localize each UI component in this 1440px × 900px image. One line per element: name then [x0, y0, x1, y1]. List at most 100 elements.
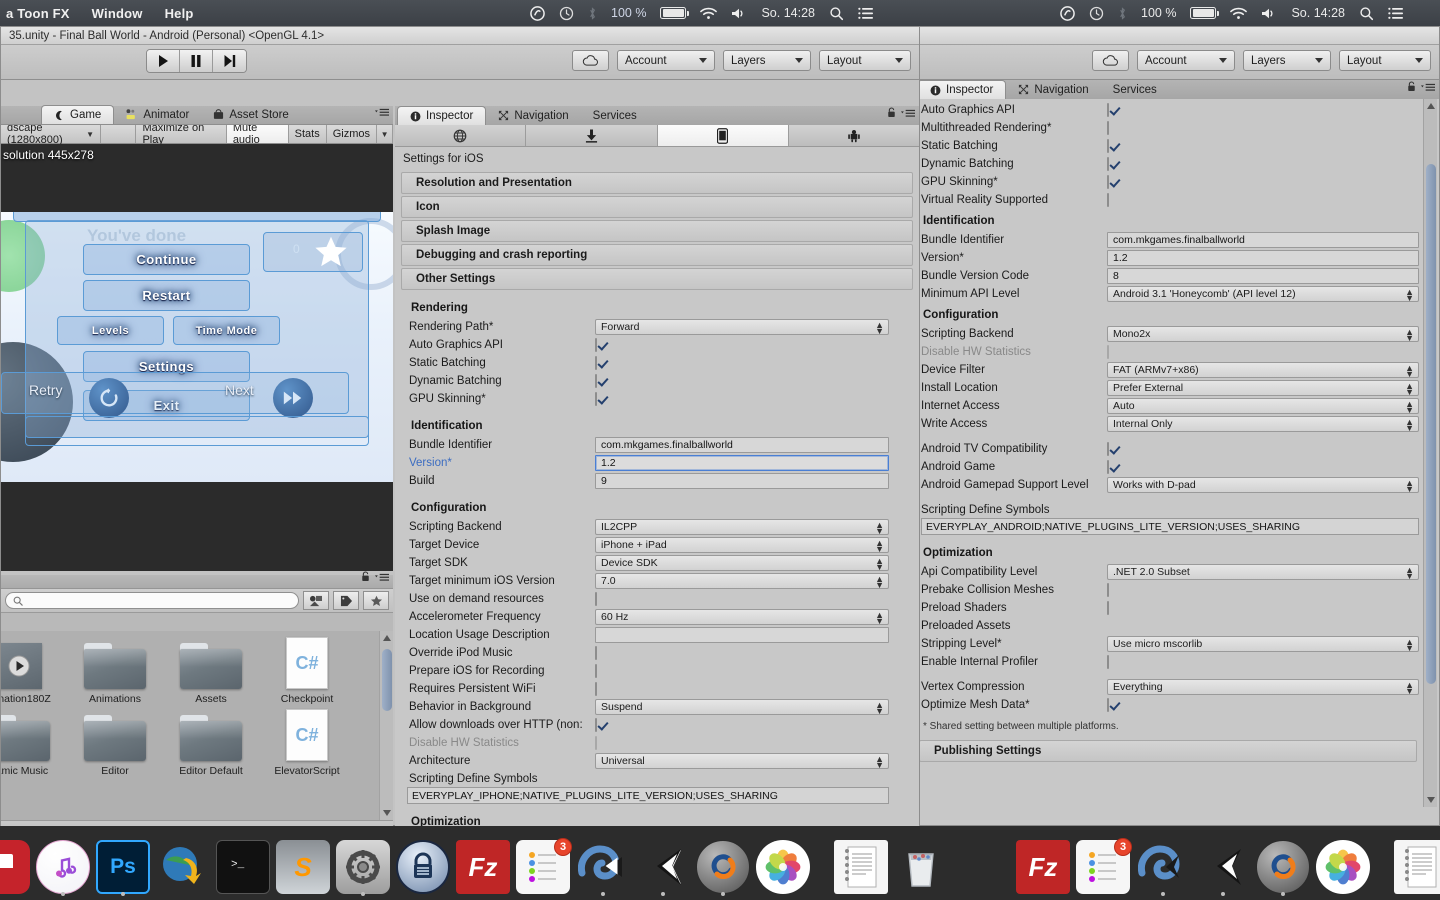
checkbox-enable-internal-profiler[interactable] [1107, 655, 1109, 669]
lock-icon-android[interactable] [1407, 79, 1416, 97]
dropdown-architecture[interactable]: Universal ▲ ▼ [595, 753, 889, 770]
checkbox-dynamic-batching-ios[interactable] [595, 374, 597, 388]
input-location-usage-description[interactable] [595, 627, 889, 643]
scroll-down-arrow-icon[interactable] [1424, 793, 1437, 807]
scroll-thumb[interactable] [1426, 164, 1436, 684]
row-install-location[interactable]: Install Location Prefer External ▲ ▼ [921, 379, 1419, 397]
app-icon[interactable] [530, 5, 545, 21]
platform-ios[interactable] [657, 125, 789, 146]
row-behavior-in-background[interactable]: Behavior in Background Suspend ▲ ▼ [409, 698, 889, 716]
row-bundle-version-code[interactable]: Bundle Version Code 8 [921, 267, 1419, 285]
row-version-android[interactable]: Version* 1.2 [921, 249, 1419, 267]
dock-item[interactable] [834, 840, 888, 894]
checkbox-static-batching-ios[interactable] [595, 356, 597, 370]
row-api-compatibility-level[interactable]: Api Compatibility Level .NET 2.0 Subset ▲ ▼ [921, 563, 1419, 581]
dock-item[interactable] [756, 840, 810, 894]
retry-icon[interactable] [89, 378, 129, 418]
input-version-android[interactable]: 1.2 [1107, 250, 1419, 266]
cinema4d-icon[interactable] [696, 840, 750, 894]
row-write-access[interactable]: Write Access Internal Only ▲ ▼ [921, 415, 1419, 433]
checkbox-prepare-ios-for-recording[interactable] [595, 664, 597, 678]
dock-item[interactable]: >_ [216, 840, 270, 894]
time-machine-icon[interactable] [559, 6, 574, 21]
step-button[interactable] [213, 50, 246, 72]
row-stripping-level[interactable]: Stripping Level* Use micro mscorlib ▲ ▼ [921, 635, 1419, 653]
tab-navigation-ios[interactable]: Navigation [486, 106, 580, 125]
dropdown-scripting-backend-ios[interactable]: IL2CPP ▲ ▼ [595, 519, 889, 536]
section-publishing-settings[interactable]: Publishing Settings [919, 740, 1417, 762]
inspector-scrollbar-android[interactable] [1423, 99, 1437, 807]
section-resolution-presentation[interactable]: Resolution and Presentation [401, 172, 913, 194]
notification-center-icon-2[interactable] [1388, 7, 1404, 20]
volume-icon[interactable] [731, 7, 747, 20]
button-restart[interactable]: Restart [83, 280, 250, 311]
tab-animator[interactable]: Animator [114, 105, 201, 124]
cloud-button-2[interactable] [1092, 50, 1129, 71]
asset-item[interactable]: Assets [163, 639, 259, 705]
input-bundle-version-code[interactable]: 8 [1107, 268, 1419, 284]
checkbox-preload-shaders[interactable] [1107, 601, 1109, 615]
panel-menu-icon-ios[interactable] [901, 105, 915, 123]
dock-item[interactable]: Fz [1016, 840, 1070, 894]
panel-menu-icon-game[interactable] [375, 104, 389, 122]
app-icon-2[interactable] [1060, 5, 1075, 21]
row-scripting-backend-ios[interactable]: Scripting Backend IL2CPP ▲ ▼ [409, 518, 889, 536]
system-preferences-icon[interactable] [336, 840, 390, 894]
tab-inspector-android[interactable]: Inspector [917, 80, 1007, 99]
row-optimize-mesh-data[interactable]: Optimize Mesh Data* [921, 696, 1419, 714]
dock-item[interactable] [1136, 840, 1190, 896]
battery-icon-2[interactable] [1190, 7, 1220, 19]
row-android-game[interactable]: Android Game [921, 458, 1419, 476]
dreamweaver-browser-icon[interactable] [156, 840, 210, 894]
terminal-icon[interactable]: >_ [216, 840, 270, 894]
row-target-sdk[interactable]: Target SDK Device SDK ▲ ▼ [409, 554, 889, 572]
asset-type-filter-icon[interactable] [303, 591, 329, 610]
game-view-canvas[interactable]: solution 445x278 You've done 0 Continue … [1, 144, 393, 571]
mute-audio-toggle[interactable]: Mute audio [226, 122, 289, 146]
row-version-ios[interactable]: Version* 1.2 [409, 454, 889, 472]
layout-dropdown-2[interactable]: Layout [1339, 50, 1431, 71]
gizmos-dropdown[interactable]: Gizmos [326, 125, 378, 143]
dock-item[interactable] [1316, 840, 1370, 894]
checkbox-override-ipod-music[interactable] [595, 646, 597, 660]
checkbox-allow-downloads-over-http[interactable] [595, 718, 597, 732]
row-gpu-skinning[interactable]: GPU Skinning* [921, 173, 1419, 191]
dropdown-target-min-ios-version[interactable]: 7.0 ▲ ▼ [595, 573, 889, 590]
sublime-text-icon[interactable]: S [276, 840, 330, 894]
lock-icon-project[interactable] [361, 569, 370, 587]
row-bundle-identifier-android[interactable]: Bundle Identifier com.mkgames.finalballwo… [921, 231, 1419, 249]
tab-game[interactable]: Game [41, 105, 115, 124]
account-dropdown[interactable]: Account [617, 50, 715, 71]
scroll-thumb[interactable] [382, 649, 392, 711]
row-location-usage-description[interactable]: Location Usage Description [409, 626, 889, 644]
tab-services-android[interactable]: Services [1101, 80, 1169, 99]
battery-icon[interactable] [660, 7, 690, 19]
row-vertex-compression[interactable]: Vertex Compression Everything ▲ ▼ [921, 678, 1419, 696]
pause-button[interactable] [180, 50, 213, 72]
checkbox-auto-graphics-api[interactable] [1107, 103, 1109, 117]
asset-item[interactable]: C# Checkpoint [259, 637, 355, 705]
asset-item[interactable]: Editor Default [163, 711, 259, 777]
game-scene-render[interactable]: You've done 0 Continue Restart Levels Ti… [1, 212, 393, 482]
textedit-icon[interactable] [834, 840, 888, 894]
input-bundle-identifier-ios[interactable]: com.mkgames.finalballworld [595, 437, 889, 453]
row-enable-internal-profiler[interactable]: Enable Internal Profiler [921, 653, 1419, 671]
dock-item[interactable]: 3 [1076, 838, 1132, 894]
scroll-up-arrow-icon[interactable] [1424, 99, 1437, 113]
dock-item[interactable] [576, 840, 630, 896]
dock-item[interactable] [894, 840, 948, 894]
favorite-filter-icon[interactable] [363, 591, 389, 610]
fast-forward-icon[interactable] [273, 378, 313, 418]
menubar-clock-2[interactable]: So. 14:28 [1291, 6, 1345, 20]
checkbox-optimize-mesh-data[interactable] [1107, 698, 1109, 712]
input-scripting-define-symbols-android[interactable]: EVERYPLAY_ANDROID;NATIVE_PLUGINS_LITE_VE… [921, 518, 1419, 535]
row-accelerometer-frequency[interactable]: Accelerometer Frequency 60 Hz ▲ ▼ [409, 608, 889, 626]
row-gpu-skinning-ios[interactable]: GPU Skinning* [409, 390, 889, 408]
platform-web[interactable] [395, 125, 527, 146]
row-build-ios[interactable]: Build 9 [409, 472, 889, 490]
account-dropdown-2[interactable]: Account [1137, 50, 1235, 71]
dock-item[interactable] [1196, 840, 1250, 896]
row-multithreaded-rendering[interactable]: Multithreaded Rendering* [921, 119, 1419, 137]
menu-help[interactable]: Help [165, 6, 194, 21]
photos-icon[interactable] [756, 840, 810, 894]
